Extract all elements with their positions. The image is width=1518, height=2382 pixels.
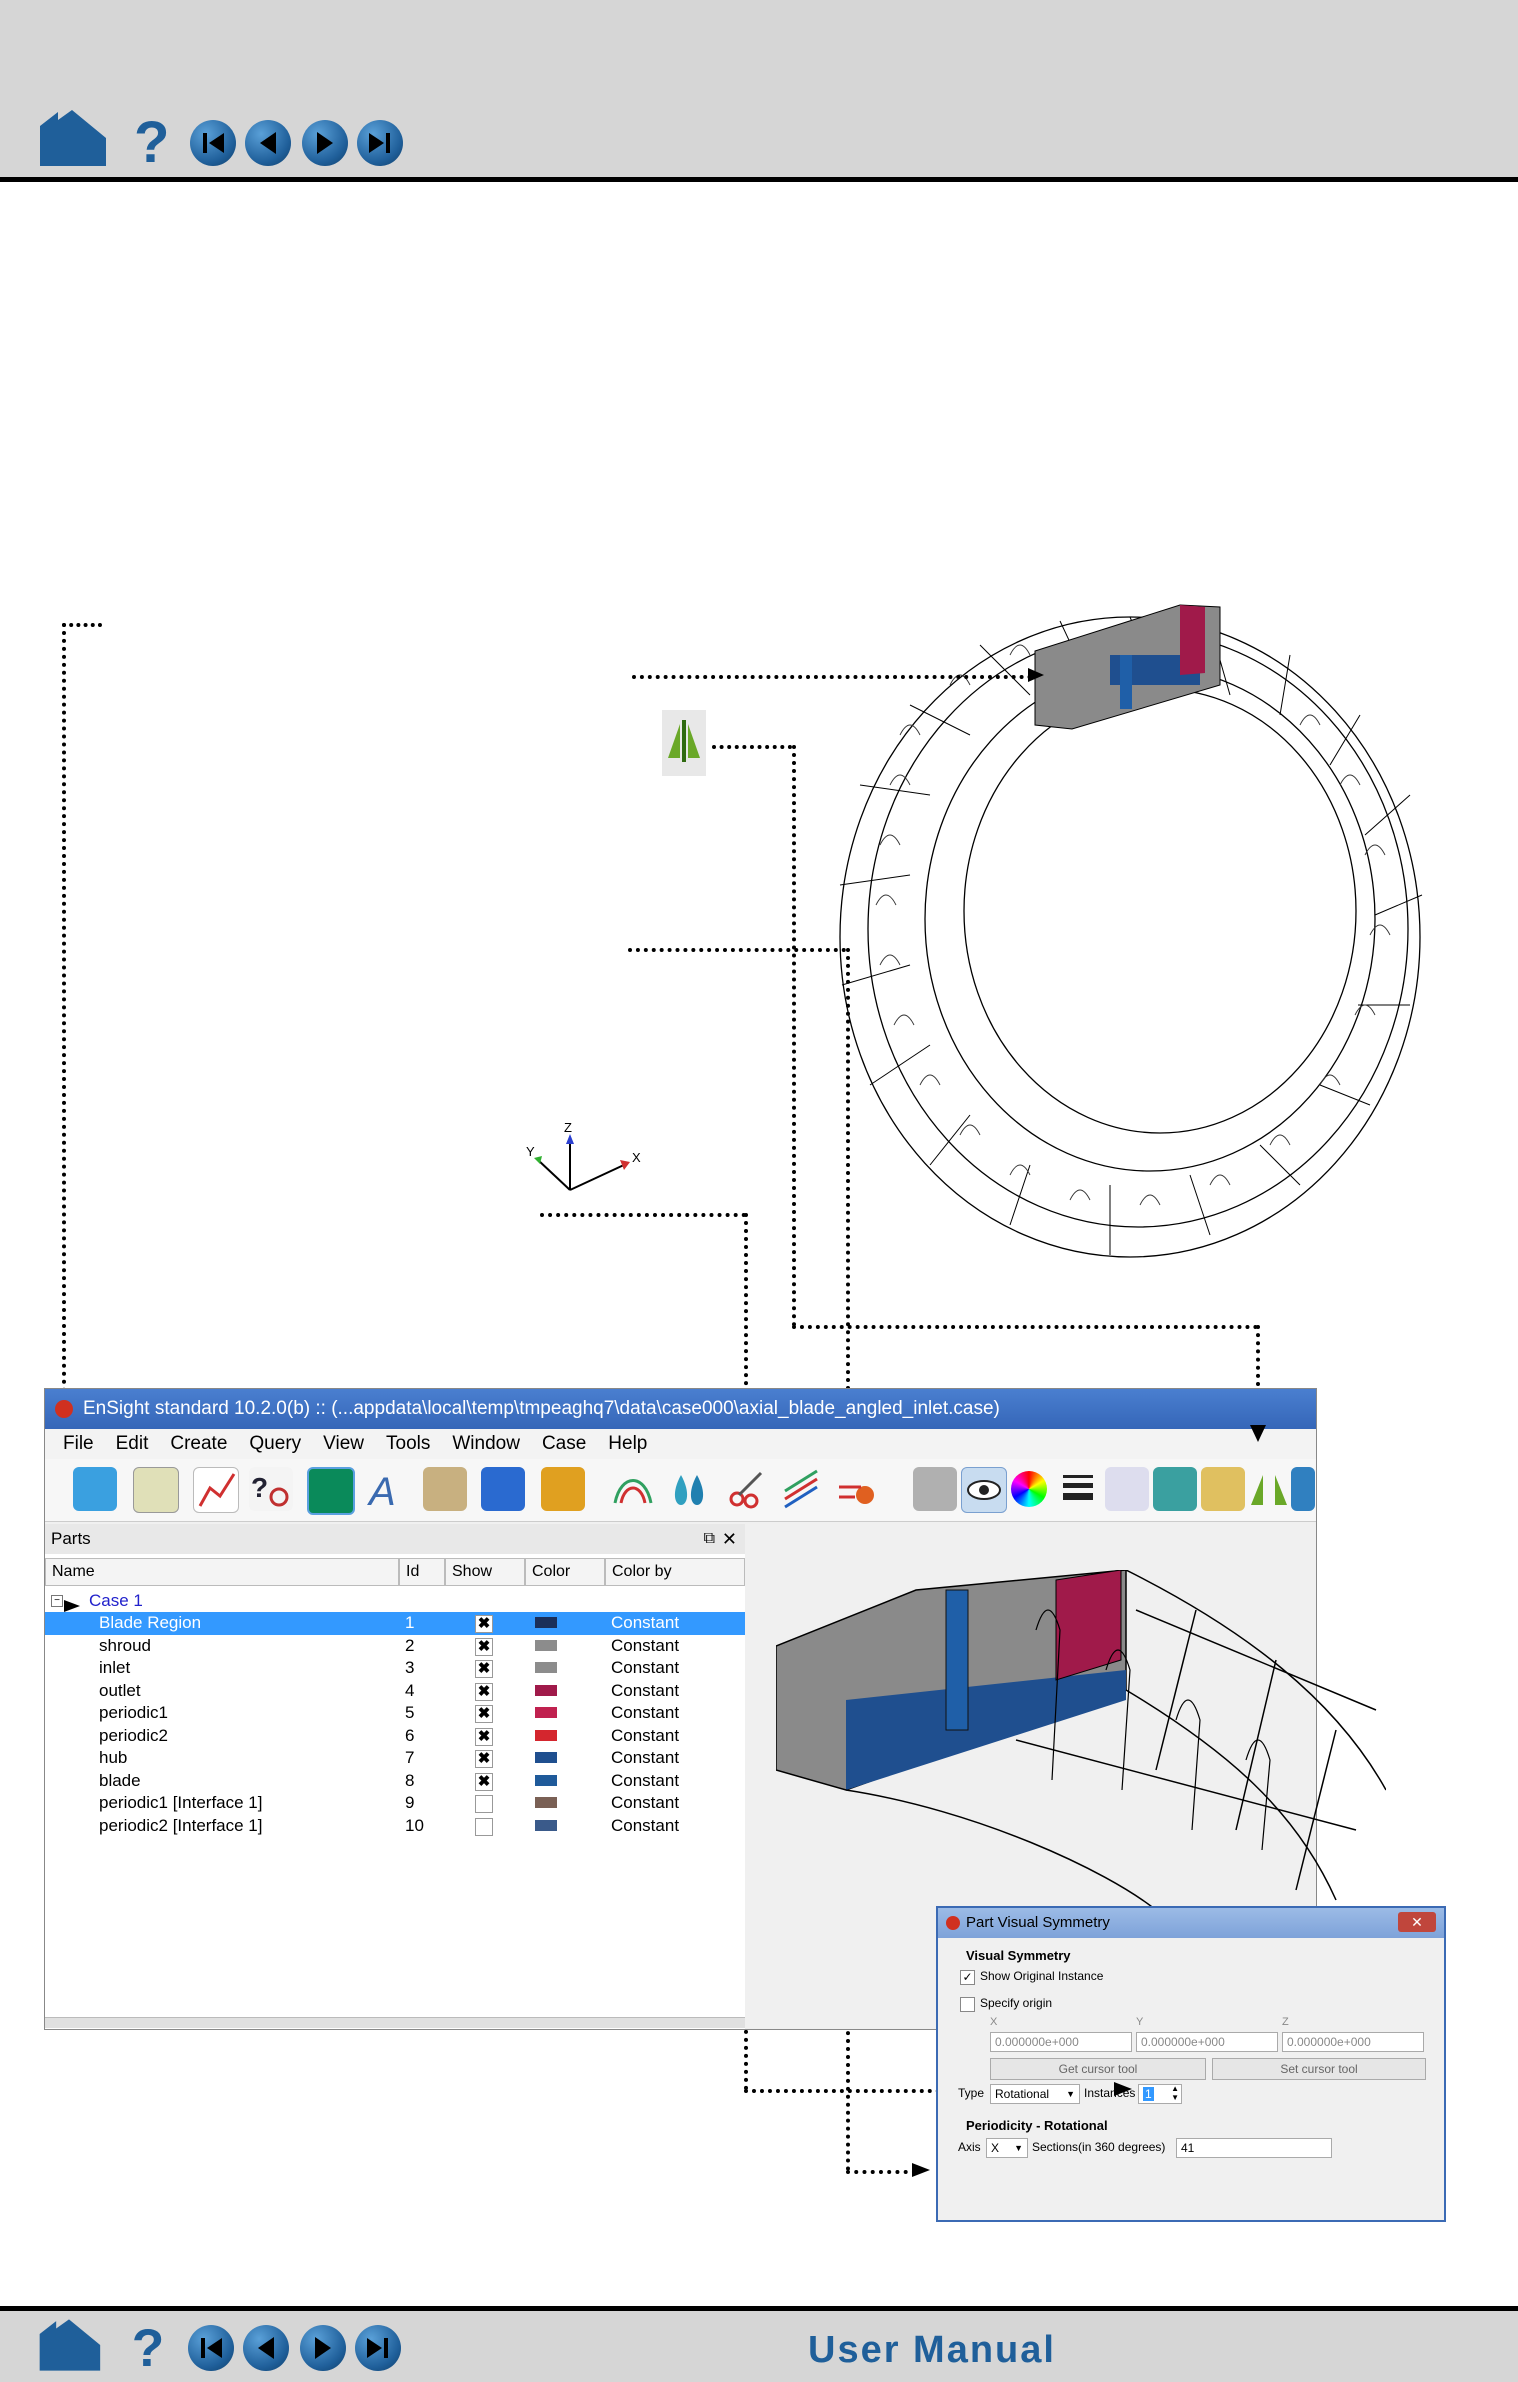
previous-page-icon[interactable] xyxy=(243,2325,289,2371)
help-icon[interactable]: ? xyxy=(128,2317,166,2373)
home-icon[interactable] xyxy=(36,2317,102,2373)
next-page-icon[interactable] xyxy=(300,2325,346,2371)
svg-text:?: ? xyxy=(132,2319,165,2373)
bottom-navigation-bar: ? User Manual xyxy=(0,2306,1518,2382)
user-manual-title: User Manual xyxy=(808,2329,1056,2371)
first-page-icon[interactable] xyxy=(188,2325,234,2371)
arrowheads xyxy=(64,668,1266,2177)
last-page-icon[interactable] xyxy=(355,2325,401,2371)
